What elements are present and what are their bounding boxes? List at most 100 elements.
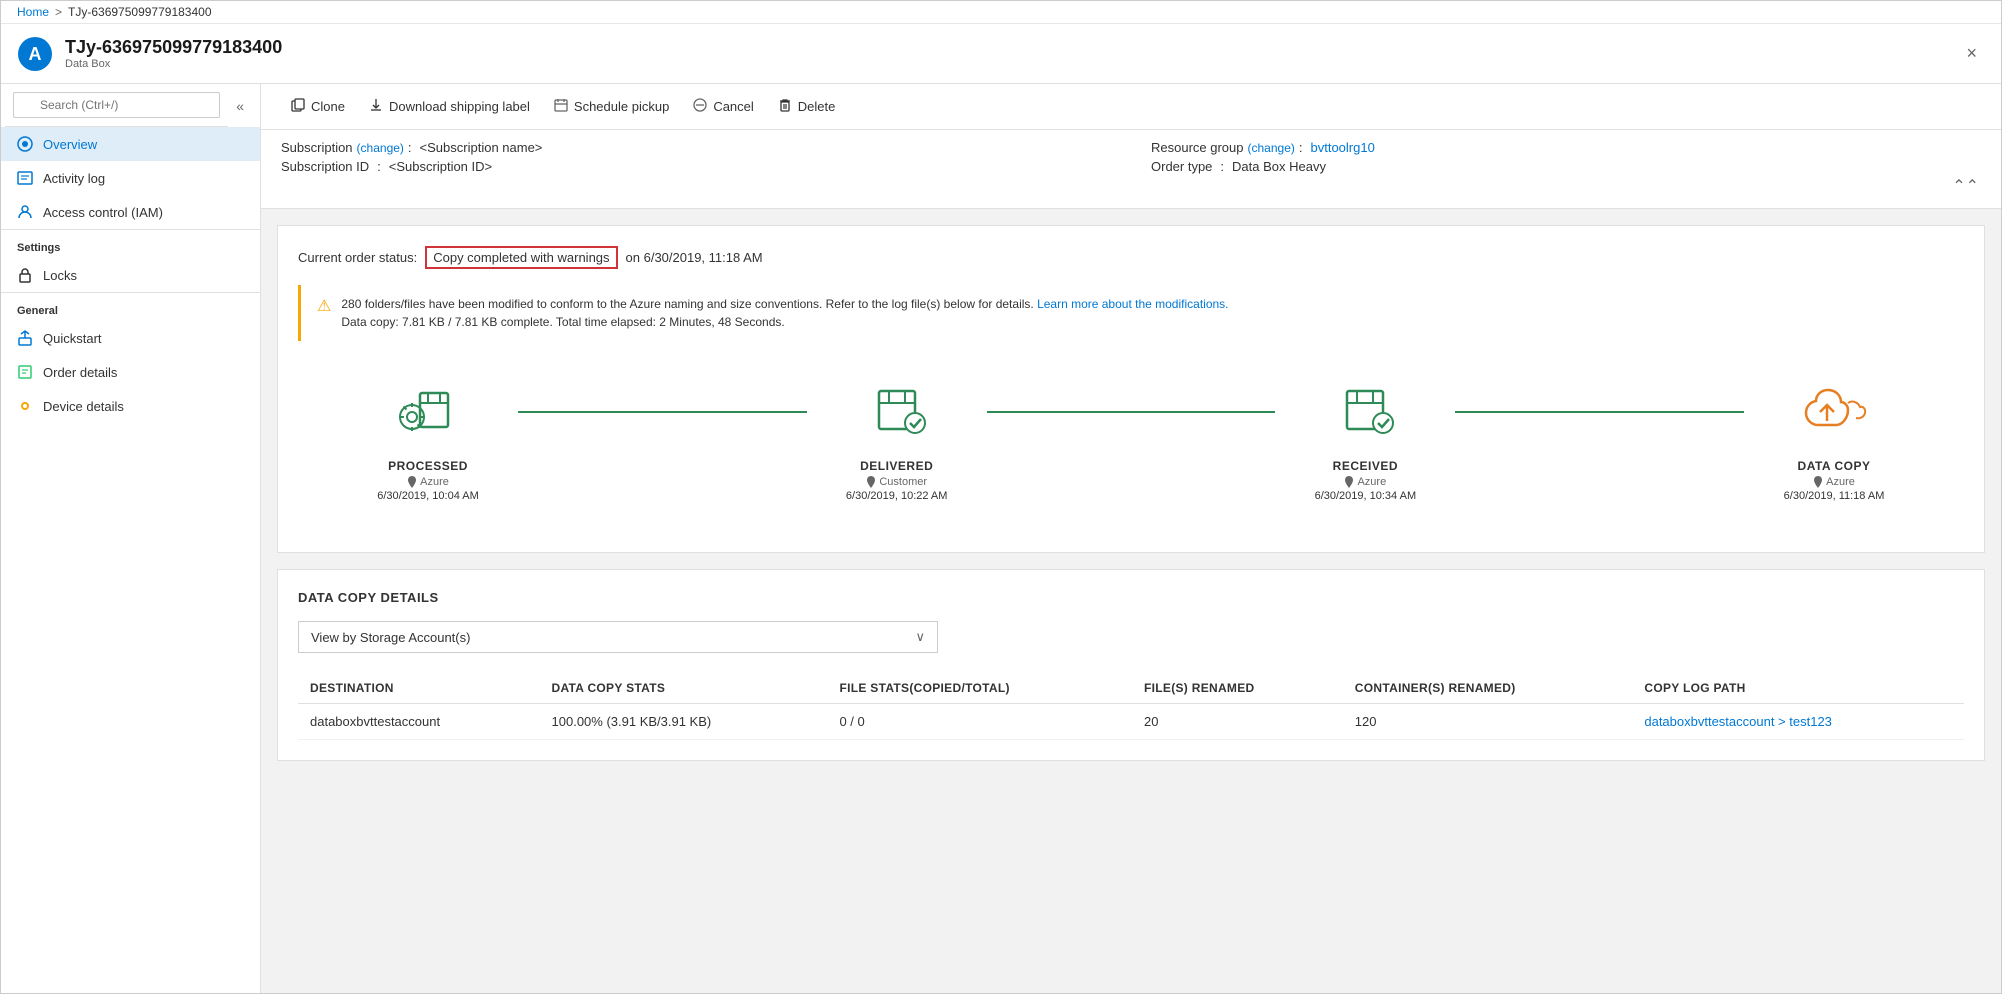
cell-copy-log-path[interactable]: databoxbvttestaccount > test123 [1632, 704, 1964, 740]
window-subtitle: Data Box [65, 58, 282, 70]
window-title: TJy-636975099779183400 [65, 37, 282, 58]
status-date: on 6/30/2019, 11:18 AM [626, 250, 763, 265]
table-header: DESTINATION DATA COPY STATS FILE STATS(C… [298, 673, 1964, 704]
sidebar-item-activity-log-label: Activity log [43, 171, 105, 186]
breadcrumb-current: TJy-636975099779183400 [68, 5, 211, 19]
col-destination: DESTINATION [298, 673, 540, 704]
order-type-value: Data Box Heavy [1232, 159, 1326, 174]
sidebar-item-overview-label: Overview [43, 137, 97, 152]
close-button[interactable]: × [1958, 39, 1985, 68]
warning-link[interactable]: Learn more about the modifications. [1037, 297, 1228, 311]
azure-logo-icon: A [17, 36, 53, 72]
sidebar-item-access-control[interactable]: Access control (IAM) [1, 195, 260, 229]
status-label: Current order status: [298, 250, 417, 265]
resource-group-row: Resource group (change) : bvttoolrg10 [1151, 140, 1981, 155]
delete-icon [778, 98, 792, 115]
svg-text:A: A [29, 44, 42, 64]
data-copy-details-card: DATA COPY DETAILS View by Storage Accoun… [277, 569, 1985, 761]
col-data-copy-stats: DATA COPY STATS [540, 673, 828, 704]
table-body: databoxbvttestaccount 100.00% (3.91 KB/3… [298, 704, 1964, 740]
sidebar-item-device-details[interactable]: Device details [1, 389, 260, 423]
clone-label: Clone [311, 99, 345, 114]
order-type-colon: : [1220, 159, 1224, 174]
step-received: RECEIVED Azure 6/30/2019, 10:34 AM [1275, 371, 1455, 502]
sidebar-item-order-details-label: Order details [43, 365, 117, 380]
col-file-stats: FILE STATS(COPIED/TOTAL) [827, 673, 1132, 704]
step-delivered-label: DELIVERED [860, 459, 933, 473]
subscription-colon: : [408, 140, 412, 155]
cell-data-copy-stats: 100.00% (3.91 KB/3.91 KB) [540, 704, 828, 740]
subscription-id-value: <Subscription ID> [389, 159, 492, 174]
subscription-change-link[interactable]: (change) [357, 141, 404, 155]
activity-log-icon [17, 170, 33, 186]
sidebar-item-quickstart[interactable]: Quickstart [1, 321, 260, 355]
content-area: Clone Download shipping label [261, 84, 2001, 993]
cancel-button[interactable]: Cancel [683, 92, 763, 121]
step-data-copy-location: Azure [1813, 476, 1855, 488]
sidebar-item-activity-log[interactable]: Activity log [1, 161, 260, 195]
step-processed-icon [388, 371, 468, 451]
sidebar-section-general: General [1, 292, 260, 321]
title-info: TJy-636975099779183400 Data Box [65, 37, 282, 70]
warning-box: ⚠ 280 folders/files have been modified t… [298, 285, 1964, 341]
resource-group-change-link[interactable]: (change) [1248, 141, 1295, 155]
breadcrumb-home[interactable]: Home [17, 5, 49, 19]
sidebar-item-overview[interactable]: Overview [1, 127, 260, 161]
resource-group-value[interactable]: bvttoolrg10 [1311, 140, 1375, 155]
subscription-id-label: Subscription ID [281, 159, 369, 174]
sidebar-item-order-details[interactable]: Order details [1, 355, 260, 389]
step-received-label: RECEIVED [1333, 459, 1398, 473]
step-delivered-date: 6/30/2019, 10:22 AM [846, 490, 948, 502]
progress-steps: PROCESSED Azure 6/30/2019, 10:04 AM [298, 341, 1964, 532]
schedule-pickup-button[interactable]: Schedule pickup [544, 92, 679, 121]
step-processed-date: 6/30/2019, 10:04 AM [377, 490, 479, 502]
step-delivered-icon [857, 371, 937, 451]
order-type-row: Order type : Data Box Heavy [1151, 159, 1981, 174]
step-received-icon [1325, 371, 1405, 451]
sidebar-item-access-control-label: Access control (IAM) [43, 205, 163, 220]
sidebar-collapse-button[interactable]: « [228, 94, 252, 118]
step-connector-1 [518, 411, 807, 413]
collapse-metadata-button[interactable]: ⌃⌃ [281, 174, 1981, 198]
download-icon [369, 98, 383, 115]
download-shipping-button[interactable]: Download shipping label [359, 92, 540, 121]
metadata-grid: Subscription (change) : <Subscription na… [281, 140, 1981, 174]
step-processed-location: Azure [407, 476, 449, 488]
metadata-bar: Subscription (change) : <Subscription na… [261, 130, 2001, 209]
warning-text-part2: Data copy: 7.81 KB / 7.81 KB complete. T… [341, 315, 784, 329]
sidebar: « Overview [1, 84, 261, 993]
data-copy-table: DESTINATION DATA COPY STATS FILE STATS(C… [298, 673, 1964, 740]
schedule-pickup-label: Schedule pickup [574, 99, 669, 114]
search-input[interactable] [13, 92, 220, 118]
cell-files-renamed: 20 [1132, 704, 1343, 740]
step-processed: PROCESSED Azure 6/30/2019, 10:04 AM [338, 371, 518, 502]
cancel-label: Cancel [713, 99, 753, 114]
cancel-icon [693, 98, 707, 115]
data-copy-details-title: DATA COPY DETAILS [298, 590, 1964, 605]
step-received-location: Azure [1344, 476, 1386, 488]
schedule-icon [554, 98, 568, 115]
order-type-label: Order type [1151, 159, 1212, 174]
order-details-icon [17, 364, 33, 380]
delete-label: Delete [798, 99, 836, 114]
sidebar-item-locks[interactable]: Locks [1, 258, 260, 292]
clone-button[interactable]: Clone [281, 92, 355, 121]
subscription-value: <Subscription name> [420, 140, 543, 155]
warning-text-container: 280 folders/files have been modified to … [341, 295, 1228, 331]
cell-destination: databoxbvttestaccount [298, 704, 540, 740]
status-card: Current order status: Copy completed wit… [277, 225, 1985, 553]
dropdown-arrow-icon: ∨ [915, 629, 925, 645]
delete-button[interactable]: Delete [768, 92, 846, 121]
title-bar: A TJy-636975099779183400 Data Box × [1, 24, 2001, 84]
view-by-dropdown[interactable]: View by Storage Account(s) ∨ [298, 621, 938, 653]
overview-icon [17, 136, 33, 152]
subscription-id-row: Subscription ID : <Subscription ID> [281, 159, 1111, 174]
clone-icon [291, 98, 305, 115]
dropdown-value: View by Storage Account(s) [311, 630, 470, 645]
access-control-icon [17, 204, 33, 220]
download-shipping-label: Download shipping label [389, 99, 530, 114]
step-data-copy: DATA COPY Azure 6/30/2019, 11:18 AM [1744, 371, 1924, 502]
cell-containers-renamed: 120 [1343, 704, 1633, 740]
overview-scroll-area: Current order status: Copy completed wit… [261, 209, 2001, 993]
toolbar: Clone Download shipping label [261, 84, 2001, 130]
